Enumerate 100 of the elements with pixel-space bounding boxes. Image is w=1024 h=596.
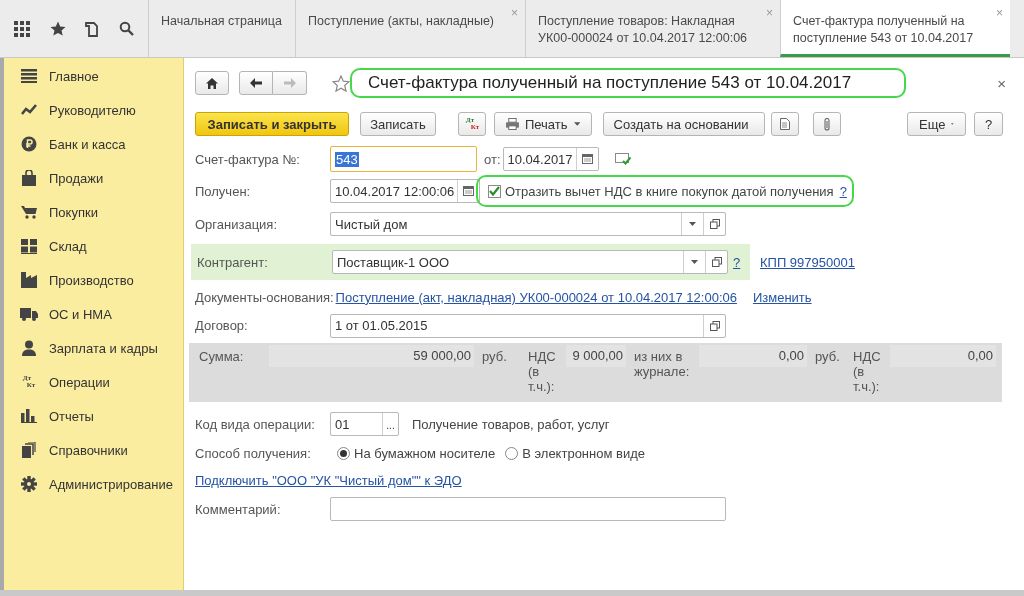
sidebar-item[interactable]: Зарплата и кадры: [4, 331, 183, 365]
sidebar-item[interactable]: Покупки: [4, 195, 183, 229]
date-field[interactable]: 10.04.2017: [502, 147, 599, 171]
trend-icon: [21, 104, 37, 116]
amount-value: 0,00: [890, 345, 996, 367]
field-label: Способ получения:: [195, 445, 312, 461]
more-button[interactable]: Еще: [907, 112, 966, 136]
settings-icon: [21, 476, 37, 492]
comment-field[interactable]: [330, 497, 726, 521]
factory-icon: [21, 272, 37, 288]
checkbox-label[interactable]: Отразить вычет НДС в книге покупок датой получения: [505, 183, 834, 199]
sidebar-item[interactable]: Справочники: [4, 433, 183, 467]
amount-value: 0,00: [699, 345, 807, 367]
windows-icon: [711, 257, 722, 267]
field-label: Получен:: [195, 183, 252, 199]
caret-icon: [573, 122, 580, 126]
apps-icon[interactable]: [13, 20, 30, 37]
cards-icon: [22, 442, 36, 458]
radio-button[interactable]: [505, 446, 519, 460]
check-icon: [489, 186, 500, 196]
sidebar-item[interactable]: Банк и касса: [4, 127, 183, 161]
bag-icon: [22, 170, 36, 186]
field-label: Организация:: [195, 216, 279, 232]
caret-icon: [691, 260, 698, 264]
field-label: Документы-основания:: [195, 289, 334, 305]
print-button[interactable]: Печать: [494, 112, 592, 136]
printer-icon: [506, 118, 519, 130]
grid-icon: [21, 238, 37, 254]
star-icon[interactable]: [49, 20, 66, 37]
arrow-right-icon: [283, 78, 296, 88]
document-link[interactable]: Поступление (акт, накладная) УК00-000024 от 10.04.2017 12:00:06: [335, 289, 737, 305]
sidebar-item[interactable]: ОС и НМА: [4, 297, 183, 331]
create-based-button[interactable]: Создать на основании: [603, 112, 765, 136]
save-close-button[interactable]: Записать и закрыть: [195, 112, 349, 136]
help-link[interactable]: ?: [733, 254, 741, 270]
close-icon[interactable]: ×: [997, 74, 1006, 92]
form-title: Счет-фактура полученный на поступление 543 от 10.04.2017: [350, 68, 906, 98]
sidebar-item[interactable]: Администрирование: [4, 467, 183, 501]
tab[interactable]: Начальная страница: [148, 0, 295, 57]
change-link[interactable]: Изменить: [752, 289, 812, 305]
caret-icon: [689, 222, 696, 226]
windows-icon: [709, 320, 720, 331]
star-icon[interactable]: [332, 74, 350, 92]
contract-field[interactable]: 1 от 01.05.2015: [330, 313, 726, 338]
paperclip-icon: [824, 117, 830, 131]
datetime-field[interactable]: 10.04.2017 12:00:06: [330, 179, 480, 203]
number-field[interactable]: 543: [330, 146, 477, 172]
operation-description: Получение товаров, работ, услуг: [412, 416, 610, 432]
sidebar-item[interactable]: Производство: [4, 263, 183, 297]
operation-code-field[interactable]: 01 ...: [330, 412, 399, 436]
sidebar-item[interactable]: Руководителю: [4, 93, 183, 127]
tab[interactable]: Счет-фактура полученный на поступление 543 от 10.04.2017 ×: [780, 0, 1010, 57]
field-label: Контрагент:: [197, 254, 269, 270]
search-icon[interactable]: [119, 21, 135, 36]
list-icon: [21, 69, 37, 83]
bar-chart-icon: [21, 409, 37, 423]
calendar-icon: [581, 154, 593, 164]
check-document-icon[interactable]: [614, 152, 631, 166]
amount-label: из них в журнале:: [633, 349, 691, 379]
truck-icon: [20, 307, 38, 321]
field-label: Комментарий:: [195, 501, 282, 517]
page-icon[interactable]: [85, 20, 100, 37]
sidebar-item[interactable]: Продажи: [4, 161, 183, 195]
radio-option[interactable]: В электронном виде: [505, 445, 645, 461]
amount-label: НДС (в т.ч.):: [527, 349, 557, 394]
arrow-left-icon: [250, 78, 262, 88]
home-button[interactable]: [195, 71, 229, 95]
document-icon: [780, 118, 790, 130]
counterparty-field[interactable]: Поставщик-1 ООО: [332, 250, 728, 274]
home-icon: [206, 77, 218, 89]
document-button[interactable]: [771, 112, 799, 136]
field-label: от:: [484, 151, 501, 167]
kpp-link[interactable]: КПП 997950001: [760, 254, 855, 270]
sidebar-item[interactable]: Отчеты: [4, 399, 183, 433]
back-button[interactable]: [239, 71, 273, 95]
help-link[interactable]: ?: [839, 183, 847, 199]
field-label: Договор:: [195, 318, 249, 333]
person-icon: [21, 340, 37, 356]
edo-link[interactable]: Подключить "ООО "УК "Чистый дом"" к ЭДО: [195, 472, 462, 488]
sidebar-item[interactable]: Главное: [4, 59, 183, 93]
field-label: Счет-фактура №:: [195, 151, 301, 167]
amount-label: руб.: [814, 349, 841, 364]
amount-label: руб.: [481, 349, 508, 364]
checkbox[interactable]: [488, 184, 501, 198]
tab[interactable]: Поступление (акты, накладные) ×: [295, 0, 525, 57]
field-label: Код вида операции:: [195, 416, 316, 432]
amount-value: 59 000,00: [269, 345, 474, 367]
caret-icon: [951, 122, 954, 126]
save-button[interactable]: Записать: [360, 112, 436, 136]
calendar-icon: [463, 186, 474, 196]
organization-field[interactable]: Чистый дом: [330, 212, 726, 236]
coin-icon: [21, 136, 37, 152]
amount-label: Сумма:: [199, 349, 245, 364]
cart-icon: [21, 205, 37, 219]
help-button[interactable]: ?: [974, 112, 1003, 136]
sidebar-item[interactable]: Склад: [4, 229, 183, 263]
radio-option[interactable]: На бумажном носителе: [337, 445, 496, 461]
select-button[interactable]: ...: [382, 413, 398, 435]
amount-label: НДС (в т.ч.):: [852, 349, 882, 394]
radio-button[interactable]: [337, 446, 350, 460]
